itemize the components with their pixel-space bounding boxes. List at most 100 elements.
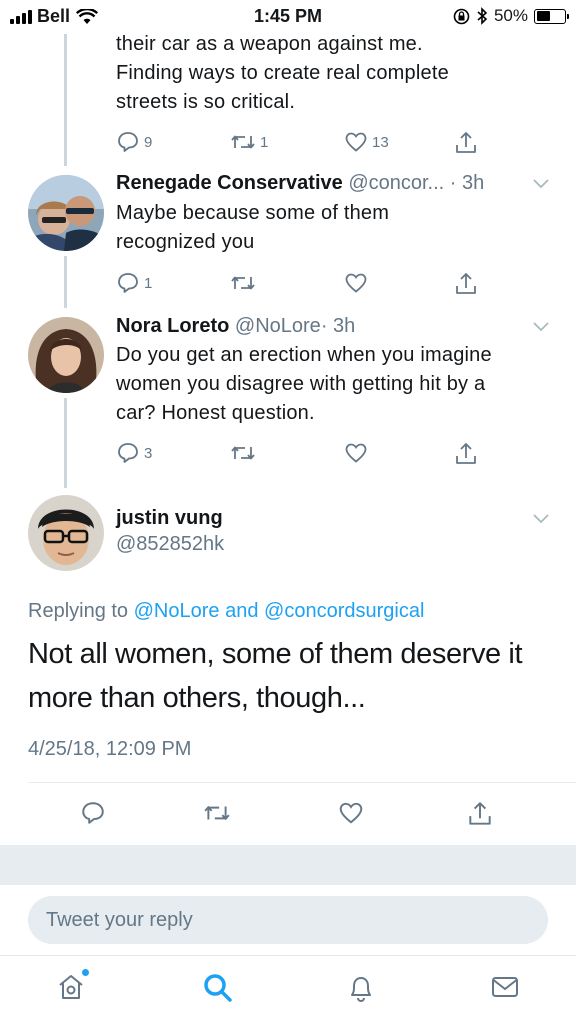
handle[interactable]: @NoLore xyxy=(235,315,321,337)
retweet-button[interactable] xyxy=(230,271,256,295)
like-button[interactable] xyxy=(344,441,368,465)
tab-notifications[interactable] xyxy=(346,972,376,1009)
tweet-line: their car as a weapon against me. xyxy=(116,33,423,55)
battery-icon xyxy=(534,8,569,24)
tweet-line: Do you get an erection when you imagine xyxy=(116,344,492,366)
share-icon xyxy=(469,802,491,825)
share-button[interactable] xyxy=(454,441,478,467)
chevron-down-icon[interactable] xyxy=(532,321,550,333)
retweet-count: 1 xyxy=(260,133,269,151)
thread-line xyxy=(64,398,67,488)
avatar[interactable] xyxy=(28,175,104,251)
main-tweet-name[interactable]: justin vung xyxy=(116,507,223,530)
tab-bar xyxy=(0,955,576,1024)
mention-link[interactable]: @concordsurgical xyxy=(264,600,424,622)
battery-percent: 50% xyxy=(493,6,528,25)
share-button[interactable] xyxy=(454,271,478,297)
heart-icon xyxy=(345,443,367,463)
retweet-button[interactable] xyxy=(230,441,256,465)
retweet-icon xyxy=(231,135,255,149)
tab-messages[interactable] xyxy=(490,972,520,1007)
share-button[interactable] xyxy=(467,800,493,828)
reply-count: 3 xyxy=(144,444,153,462)
mention-conjunction: and xyxy=(225,600,259,622)
reply-composer: Tweet your reply xyxy=(0,885,576,955)
reply-placeholder: Tweet your reply xyxy=(46,908,193,931)
rotation-lock-icon xyxy=(453,8,470,24)
retweet-icon xyxy=(231,446,255,460)
reply-input[interactable]: Tweet your reply xyxy=(28,896,548,944)
display-name[interactable]: Nora Loreto xyxy=(116,315,229,337)
tweet-text: their car as a weapon against me. Findin… xyxy=(116,30,556,117)
tweet-time: · 3h xyxy=(449,172,485,194)
avatar[interactable] xyxy=(28,495,104,571)
tweet-line: Finding ways to create real complete xyxy=(116,62,449,84)
retweet-icon xyxy=(231,276,255,290)
retweet-icon xyxy=(204,806,230,820)
tweet-time: · 3h xyxy=(320,315,356,337)
notification-dot xyxy=(82,969,89,976)
divider xyxy=(28,782,576,783)
share-icon xyxy=(456,443,476,464)
reply-button[interactable]: 1 xyxy=(116,271,152,295)
like-count: 13 xyxy=(372,133,389,151)
tweet-line: Not all women, some of them deserve it xyxy=(28,638,523,670)
notifications-icon xyxy=(351,977,371,1002)
reply-button[interactable] xyxy=(80,800,106,826)
chevron-down-icon[interactable] xyxy=(532,178,550,190)
reply-count: 9 xyxy=(144,133,153,151)
like-button[interactable]: 13 xyxy=(344,130,389,154)
replying-prefix: Replying to xyxy=(28,600,129,622)
tweet-line: women you disagree with getting hit by a xyxy=(116,373,486,395)
display-name[interactable]: Renegade Conservative xyxy=(116,172,343,194)
main-tweet-text: Not all women, some of them deserve it m… xyxy=(28,632,558,720)
handle[interactable]: @concor... xyxy=(348,172,444,194)
share-icon xyxy=(456,273,476,294)
tweet-line: Maybe because some of them xyxy=(116,202,390,224)
heart-icon xyxy=(345,132,367,152)
tab-home[interactable] xyxy=(56,969,89,1007)
tweet-actions: 9 1 13 xyxy=(116,130,476,158)
main-tweet-actions xyxy=(0,800,576,830)
bluetooth-icon xyxy=(477,7,488,25)
reply-button[interactable]: 9 xyxy=(116,130,152,154)
reply-icon xyxy=(118,132,138,152)
search-icon xyxy=(204,974,232,1002)
timestamp: 4/25/18, 12:09 PM xyxy=(28,738,192,760)
reply-icon xyxy=(118,443,138,463)
tweet-text: Do you get an erection when you imagine … xyxy=(116,341,556,428)
tweet-header: Renegade Conservative @concor... · 3h xyxy=(116,172,484,195)
tweet-line: car? Honest question. xyxy=(116,402,315,424)
like-button[interactable] xyxy=(338,800,364,826)
tweet-line: streets is so critical. xyxy=(116,91,296,113)
reply-button[interactable]: 3 xyxy=(116,441,152,465)
tweet-header: Nora Loreto @NoLore· 3h xyxy=(116,315,355,338)
tab-search[interactable] xyxy=(202,972,234,1009)
thread-line xyxy=(64,256,67,308)
tweet-line: more than others, though... xyxy=(28,682,366,714)
retweet-button[interactable]: 1 xyxy=(230,130,268,154)
like-button[interactable] xyxy=(344,271,368,295)
chevron-down-icon[interactable] xyxy=(532,513,550,525)
status-bar: Bell 1:45 PM 50% xyxy=(0,0,576,34)
retweet-button[interactable] xyxy=(203,800,231,826)
heart-icon xyxy=(345,273,367,293)
status-right: 50% xyxy=(453,6,569,26)
reply-icon xyxy=(82,802,104,824)
display-name: justin vung xyxy=(116,507,223,529)
messages-icon xyxy=(492,977,518,997)
avatar[interactable] xyxy=(28,317,104,393)
tweet-text: Maybe because some of them recognized yo… xyxy=(116,199,556,257)
thread-line xyxy=(64,34,67,166)
tweet-actions: 1 xyxy=(116,271,476,299)
main-tweet-handle[interactable]: @852852hk xyxy=(116,533,224,556)
home-icon xyxy=(59,975,83,999)
share-icon xyxy=(456,132,476,153)
share-button[interactable] xyxy=(454,130,478,156)
tweet-actions: 3 xyxy=(116,441,476,469)
handle: @852852hk xyxy=(116,533,225,555)
mention-link[interactable]: @NoLore xyxy=(134,600,220,622)
heart-icon xyxy=(339,802,363,824)
tweet-line: recognized you xyxy=(116,231,255,253)
reply-count: 1 xyxy=(144,274,153,292)
